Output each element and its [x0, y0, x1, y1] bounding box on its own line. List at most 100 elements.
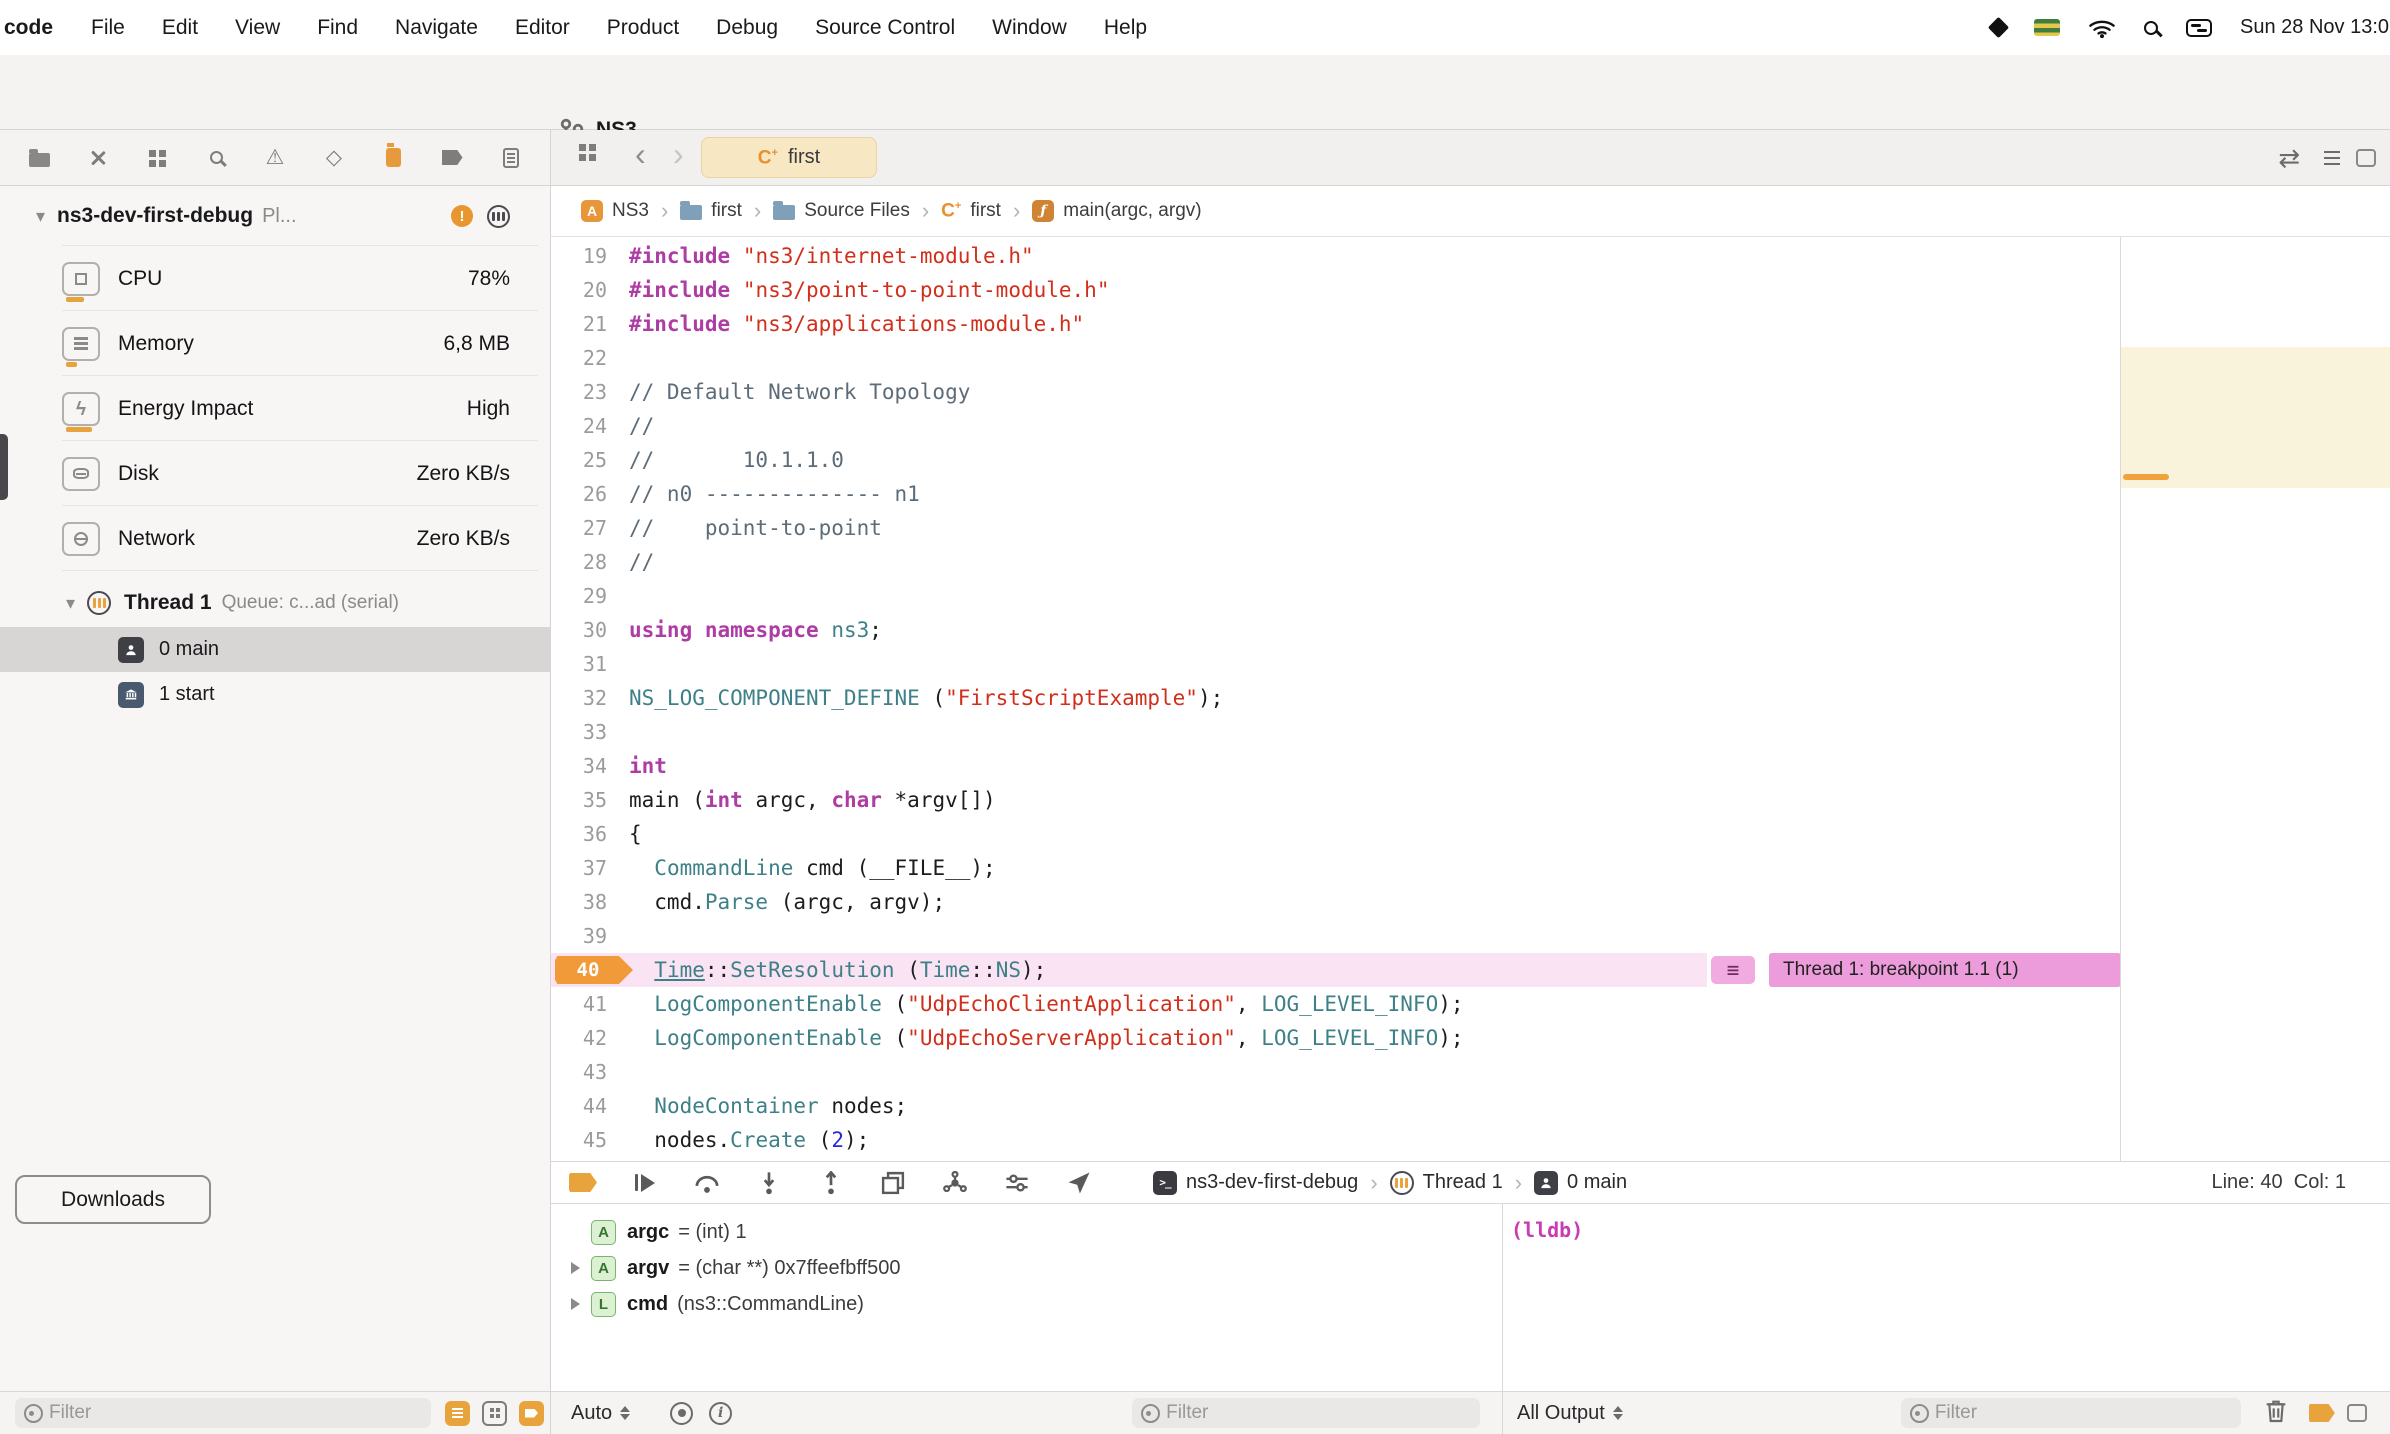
- menu-item-file[interactable]: File: [91, 16, 125, 40]
- line-number[interactable]: 33: [551, 715, 629, 749]
- stack-frame-0-main[interactable]: 0 main: [0, 627, 550, 672]
- add-editor-icon[interactable]: [2356, 149, 2376, 167]
- code-line-36[interactable]: 36{: [551, 817, 2120, 851]
- code-line-40[interactable]: 40 Time::SetResolution (Time::NS);40≡Thr…: [551, 953, 2120, 987]
- code-line-37[interactable]: 37 CommandLine cmd (__FILE__);: [551, 851, 2120, 885]
- line-number[interactable]: 37: [551, 851, 629, 885]
- line-number[interactable]: 28: [551, 545, 629, 579]
- breadcrumb-main-argc-argv-[interactable]: ƒ main(argc, argv): [1032, 200, 1202, 222]
- process-row[interactable]: ▾ ns3-dev-first-debug Pl... !: [0, 186, 550, 246]
- code-line-19[interactable]: 19 #include "ns3/internet-module.h": [551, 239, 2120, 273]
- menu-item-product[interactable]: Product: [607, 16, 679, 40]
- disclosure-icon[interactable]: [571, 1262, 580, 1274]
- info-icon[interactable]: i: [709, 1401, 733, 1425]
- debug-area-toggle-icon[interactable]: [2308, 1404, 2335, 1422]
- line-number[interactable]: 25: [551, 443, 629, 477]
- menu-item-window[interactable]: Window: [992, 16, 1067, 40]
- code-line-38[interactable]: 38 cmd.Parse (argc, argv);: [551, 885, 2120, 919]
- box-icon[interactable]: [1987, 16, 2010, 39]
- code-line-24[interactable]: 24//: [551, 409, 2120, 443]
- trash-icon[interactable]: [2265, 1399, 2287, 1428]
- simulate-location-icon[interactable]: [1065, 1170, 1093, 1196]
- view-mode-icon[interactable]: [482, 1400, 507, 1426]
- line-number[interactable]: 44: [551, 1089, 629, 1123]
- step-into-button[interactable]: [755, 1170, 783, 1196]
- variable-row-argc[interactable]: Aargc = (int) 1: [551, 1214, 1502, 1250]
- code-line-45[interactable]: 45 nodes.Create (2);: [551, 1123, 2120, 1157]
- step-over-button[interactable]: [693, 1170, 721, 1196]
- console-filter-input[interactable]: [1900, 1398, 2241, 1428]
- line-number[interactable]: 42: [551, 1021, 629, 1055]
- source-control-navigator-icon[interactable]: [85, 145, 111, 171]
- line-number[interactable]: 39: [551, 919, 629, 953]
- quicklook-eye-icon[interactable]: [670, 1401, 694, 1425]
- line-number[interactable]: 24: [551, 409, 629, 443]
- gauge-row-network[interactable]: Network Zero KB/s: [0, 506, 550, 571]
- code-line-25[interactable]: 25// 10.1.1.0: [551, 443, 2120, 477]
- gauge-row-disk[interactable]: Disk Zero KB/s: [0, 441, 550, 506]
- code-line-31[interactable]: 31: [551, 647, 2120, 681]
- code-line-43[interactable]: 43: [551, 1055, 2120, 1089]
- adjust-editor-icon[interactable]: [2324, 150, 2332, 154]
- environment-overrides-button[interactable]: [1003, 1170, 1031, 1196]
- code-line-26[interactable]: 26// n0 -------------- n1: [551, 477, 2120, 511]
- code-line-41[interactable]: 41 LogComponentEnable ("UdpEchoClientApp…: [551, 987, 2120, 1021]
- code-line-44[interactable]: 44 NodeContainer nodes;: [551, 1089, 2120, 1123]
- minimap[interactable]: [2120, 237, 2390, 1161]
- show-records-icon[interactable]: [445, 1400, 470, 1426]
- gauge-row-memory[interactable]: Memory 6,8 MB: [0, 311, 550, 376]
- menu-item-navigate[interactable]: Navigate: [395, 16, 478, 40]
- navigator-filter-input[interactable]: [15, 1398, 431, 1428]
- input-source-flag-icon[interactable]: [2034, 19, 2060, 36]
- view-hierarchy-button[interactable]: [879, 1170, 907, 1196]
- line-number[interactable]: 30: [551, 613, 629, 647]
- breadcrumb-source-files[interactable]: Source Files: [773, 200, 910, 222]
- line-number[interactable]: 31: [551, 647, 629, 681]
- test-navigator-icon[interactable]: ◇: [321, 145, 347, 171]
- breakpoints-toggle-icon[interactable]: [569, 1170, 597, 1196]
- code-line-28[interactable]: 28//: [551, 545, 2120, 579]
- line-number[interactable]: 35: [551, 783, 629, 817]
- line-number[interactable]: 34: [551, 749, 629, 783]
- code-line-23[interactable]: 23// Default Network Topology: [551, 375, 2120, 409]
- line-number[interactable]: 23: [551, 375, 629, 409]
- report-navigator-icon[interactable]: [498, 145, 524, 171]
- line-number[interactable]: 29: [551, 579, 629, 613]
- line-number[interactable]: 36: [551, 817, 629, 851]
- code-line-35[interactable]: 35 main (int argc, char *argv[]): [551, 783, 2120, 817]
- memory-graph-button[interactable]: [941, 1170, 969, 1196]
- breadcrumb-0-main[interactable]: 0 main: [1534, 1170, 1627, 1195]
- thread-row[interactable]: ▾ Thread 1 Queue: c...ad (serial): [0, 579, 550, 627]
- line-number[interactable]: 19: [551, 239, 629, 273]
- line-number[interactable]: 38: [551, 885, 629, 919]
- project-navigator-icon[interactable]: [26, 145, 52, 171]
- minimap-breakpoint-marker[interactable]: [2123, 474, 2169, 480]
- code-line-20[interactable]: 20 #include "ns3/point-to-point-module.h": [551, 273, 2120, 307]
- line-number[interactable]: 22: [551, 341, 629, 375]
- breakpoint-badge[interactable]: 40: [555, 956, 633, 984]
- line-number[interactable]: 21: [551, 307, 629, 341]
- menu-item-view[interactable]: View: [235, 16, 280, 40]
- window-drag-handle[interactable]: [0, 434, 8, 500]
- code-line-32[interactable]: 32 NS_LOG_COMPONENT_DEFINE ("FirstScriptE…: [551, 681, 2120, 715]
- disclosure-open-icon[interactable]: ▾: [36, 206, 45, 227]
- variable-row-cmd[interactable]: Lcmd (ns3::CommandLine): [551, 1286, 1502, 1322]
- runtime-issue-icon[interactable]: !: [451, 205, 473, 227]
- menu-item-edit[interactable]: Edit: [162, 16, 198, 40]
- code-line-33[interactable]: 33: [551, 715, 2120, 749]
- line-number[interactable]: 27: [551, 511, 629, 545]
- breadcrumb-first[interactable]: first: [680, 200, 742, 222]
- gauge-row-cpu[interactable]: CPU 78%: [0, 246, 550, 311]
- disclosure-open-icon[interactable]: ▾: [66, 593, 75, 614]
- stack-frame-1-start[interactable]: 1 start: [0, 672, 550, 717]
- breakpoint-annotation[interactable]: Thread 1: breakpoint 1.1 (1): [1769, 953, 2120, 987]
- menu-item-source-control[interactable]: Source Control: [815, 16, 955, 40]
- code-line-39[interactable]: 39: [551, 919, 2120, 953]
- spotlight-search-icon[interactable]: [2144, 20, 2158, 35]
- forward-button[interactable]: ›: [673, 136, 684, 173]
- variable-row-argv[interactable]: Aargv = (char **) 0x7ffeefbff500: [551, 1250, 1502, 1286]
- issue-navigator-icon[interactable]: ⚠: [262, 145, 288, 171]
- related-items-icon[interactable]: [579, 144, 586, 151]
- code-line-22[interactable]: 22: [551, 341, 2120, 375]
- line-number[interactable]: 20: [551, 273, 629, 307]
